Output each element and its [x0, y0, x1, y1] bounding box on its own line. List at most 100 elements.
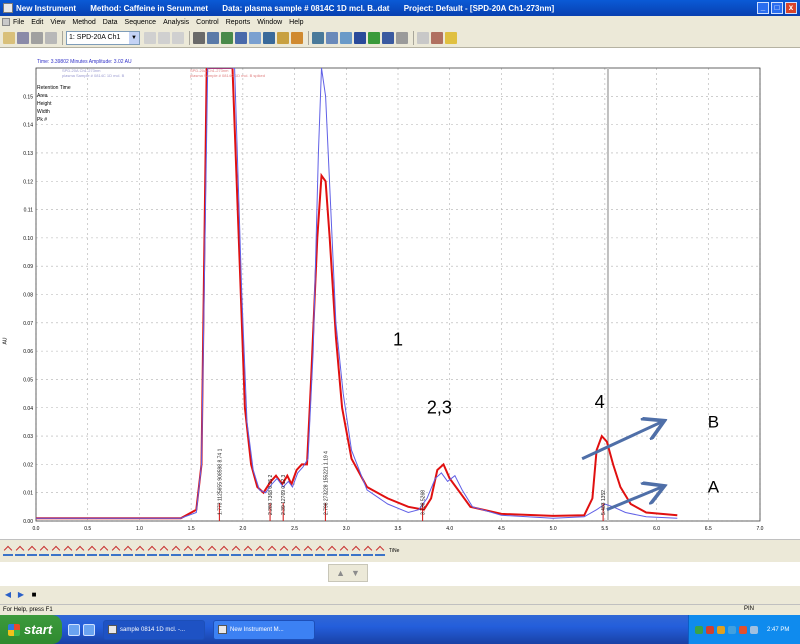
- method-icon[interactable]: [207, 31, 219, 44]
- integration-tool-icon[interactable]: [3, 546, 13, 556]
- ie-icon[interactable]: [68, 623, 80, 636]
- integration-tool-icon[interactable]: [27, 546, 37, 556]
- previous-icon[interactable]: ◀: [3, 590, 13, 600]
- integration-tool-icon[interactable]: [135, 546, 145, 556]
- integration-tool-icon[interactable]: [339, 546, 349, 556]
- integration-tool-icon[interactable]: [303, 546, 313, 556]
- antivirus-icon[interactable]: [739, 625, 747, 634]
- report-icon[interactable]: [312, 31, 324, 44]
- open-icon[interactable]: [3, 31, 15, 44]
- menu-help[interactable]: Help: [289, 19, 303, 26]
- integration-tool-icon[interactable]: [267, 546, 277, 556]
- menu-view[interactable]: View: [50, 19, 65, 26]
- arrow-right-icon[interactable]: [354, 31, 366, 44]
- chevron-down-icon[interactable]: ▼: [129, 31, 139, 44]
- integration-tool-icon[interactable]: [231, 546, 241, 556]
- security-icon[interactable]: [706, 625, 714, 634]
- integration-tool-icon[interactable]: [243, 546, 253, 556]
- y-axis-label: AU: [2, 337, 9, 345]
- integration-tool-icon[interactable]: [63, 546, 73, 556]
- document-icon: [108, 625, 117, 634]
- integration-tool-icon[interactable]: [15, 546, 25, 556]
- folder-icon[interactable]: [291, 31, 303, 44]
- disabled-icon[interactable]: [417, 31, 429, 44]
- save-icon[interactable]: [17, 31, 29, 44]
- start-button[interactable]: start: [0, 615, 62, 644]
- y-tick-label: 0.12: [23, 179, 33, 185]
- arrow-down-icon[interactable]: ▼: [351, 568, 360, 578]
- instrument-icon[interactable]: [193, 31, 205, 44]
- integration-tool-icon[interactable]: [219, 546, 229, 556]
- channel-select[interactable]: 1: SPD-20A Ch1 ▼: [66, 30, 140, 45]
- integration-tool-icon[interactable]: [183, 546, 193, 556]
- alert-icon[interactable]: [717, 625, 725, 634]
- taskbar-item-sample[interactable]: sample 0814 1D mcl. -...: [103, 619, 205, 640]
- close-button[interactable]: x: [785, 2, 797, 14]
- arrow-up-icon[interactable]: ▲: [336, 568, 345, 578]
- integration-tool-icon[interactable]: [351, 546, 361, 556]
- document-icon[interactable]: [2, 18, 10, 26]
- graph-icon[interactable]: [277, 31, 289, 44]
- volume-icon[interactable]: [728, 625, 736, 634]
- integration-tool-icon[interactable]: [123, 546, 133, 556]
- menu-sequence[interactable]: Sequence: [125, 19, 157, 26]
- run-icon[interactable]: [368, 31, 380, 44]
- network-icon[interactable]: [382, 31, 394, 44]
- display-icon[interactable]: [750, 625, 758, 634]
- integration-tool-icon[interactable]: [279, 546, 289, 556]
- menu-window[interactable]: Window: [257, 19, 282, 26]
- legend-entry-red: SPD-20A Ch1-273nm plasma Sample # 0814C …: [190, 68, 265, 78]
- integration-tool-icon[interactable]: [51, 546, 61, 556]
- network-icon[interactable]: [695, 625, 703, 634]
- desktop-icon[interactable]: [83, 623, 95, 636]
- menu-edit[interactable]: Edit: [31, 19, 43, 26]
- grid-icon[interactable]: [235, 31, 247, 44]
- monitor-icon[interactable]: [326, 31, 338, 44]
- menu-data[interactable]: Data: [103, 19, 118, 26]
- cut-icon[interactable]: [144, 31, 156, 44]
- menu-method[interactable]: Method: [72, 19, 95, 26]
- integration-tool-icon[interactable]: [207, 546, 217, 556]
- copy-icon[interactable]: [158, 31, 170, 44]
- integration-tool-icon[interactable]: [315, 546, 325, 556]
- integration-tool-icon[interactable]: [171, 546, 181, 556]
- scroll-updown[interactable]: ▲ ▼: [328, 564, 368, 582]
- integration-tool-icon[interactable]: [291, 546, 301, 556]
- taskbar-item-instrument[interactable]: New Instrument M...: [213, 619, 315, 640]
- tools-icon[interactable]: [431, 31, 443, 44]
- chromatogram-panel[interactable]: 0.0 0.5 1.0 1.5 2.0 2.5 3.0 3.5 4.0 4.5 5.0 5.5 6.0 6…: [0, 48, 800, 540]
- menu-reports[interactable]: Reports: [226, 19, 251, 26]
- integration-tool-icon[interactable]: [375, 546, 385, 556]
- time-event-label[interactable]: TiNe: [389, 548, 399, 554]
- integration-tool-icon[interactable]: [75, 546, 85, 556]
- chromatogram-chart[interactable]: 0.0 0.5 1.0 1.5 2.0 2.5 3.0 3.5 4.0 4.5 5.0 5.5 6.0 6…: [0, 48, 800, 540]
- help-icon[interactable]: [445, 31, 457, 44]
- integration-tool-icon[interactable]: [195, 546, 205, 556]
- x-tick-label: 6.5: [705, 526, 712, 532]
- integration-tool-icon[interactable]: [39, 546, 49, 556]
- menu-control[interactable]: Control: [196, 19, 219, 26]
- next-icon[interactable]: ▶: [16, 590, 26, 600]
- paste-icon[interactable]: [172, 31, 184, 44]
- y-tick-label: 0.00: [23, 519, 33, 525]
- table-icon[interactable]: [221, 31, 233, 44]
- integration-tool-icon[interactable]: [87, 546, 97, 556]
- integration-tool-icon[interactable]: [363, 546, 373, 556]
- list-icon[interactable]: [249, 31, 261, 44]
- sequence-icon[interactable]: [263, 31, 275, 44]
- maximize-button[interactable]: □: [771, 2, 783, 14]
- integration-tool-icon[interactable]: [147, 546, 157, 556]
- stop-icon[interactable]: [396, 31, 408, 44]
- integration-tool-icon[interactable]: [159, 546, 169, 556]
- minimize-button[interactable]: _: [757, 2, 769, 14]
- integration-tool-icon[interactable]: [327, 546, 337, 556]
- integration-tool-icon[interactable]: [255, 546, 265, 556]
- preview-icon[interactable]: [45, 31, 57, 44]
- menu-analysis[interactable]: Analysis: [163, 19, 189, 26]
- save-icon[interactable]: ■: [29, 590, 39, 600]
- menu-file[interactable]: File: [13, 19, 24, 26]
- image-icon[interactable]: [340, 31, 352, 44]
- integration-tool-icon[interactable]: [99, 546, 109, 556]
- integration-tool-icon[interactable]: [111, 546, 121, 556]
- print-icon[interactable]: [31, 31, 43, 44]
